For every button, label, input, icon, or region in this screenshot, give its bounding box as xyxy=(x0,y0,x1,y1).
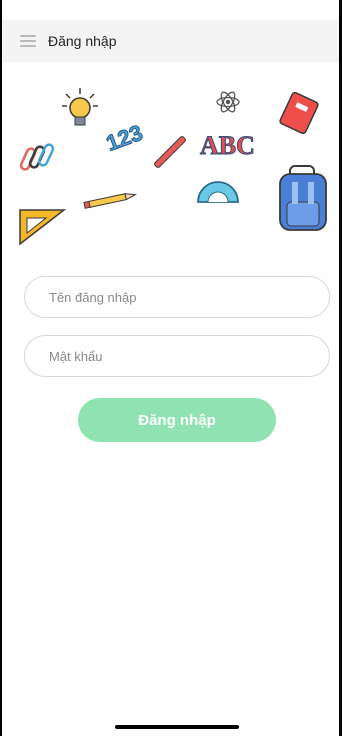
username-field[interactable] xyxy=(24,276,330,318)
book-icon xyxy=(279,91,319,135)
backpack-icon xyxy=(279,165,327,231)
login-button[interactable]: Đăng nhập xyxy=(78,398,276,442)
home-indicator[interactable] xyxy=(115,725,239,729)
abc-icon: ABC xyxy=(200,131,255,160)
lightbulb-icon xyxy=(62,88,98,126)
app-header: Đăng nhập xyxy=(2,20,339,62)
ruler-icon xyxy=(154,136,186,168)
protractor-icon xyxy=(197,181,239,203)
page-title: Đăng nhập xyxy=(48,33,117,49)
set-square-icon xyxy=(19,209,67,246)
menu-icon[interactable] xyxy=(20,35,36,47)
paperclips-icon xyxy=(19,143,55,171)
numbers-icon: 123 xyxy=(103,120,146,156)
atom-icon xyxy=(216,91,240,113)
school-supplies-illustration: 123 ABC xyxy=(19,88,327,246)
password-field[interactable] xyxy=(24,335,330,377)
pencil-icon xyxy=(83,193,138,209)
